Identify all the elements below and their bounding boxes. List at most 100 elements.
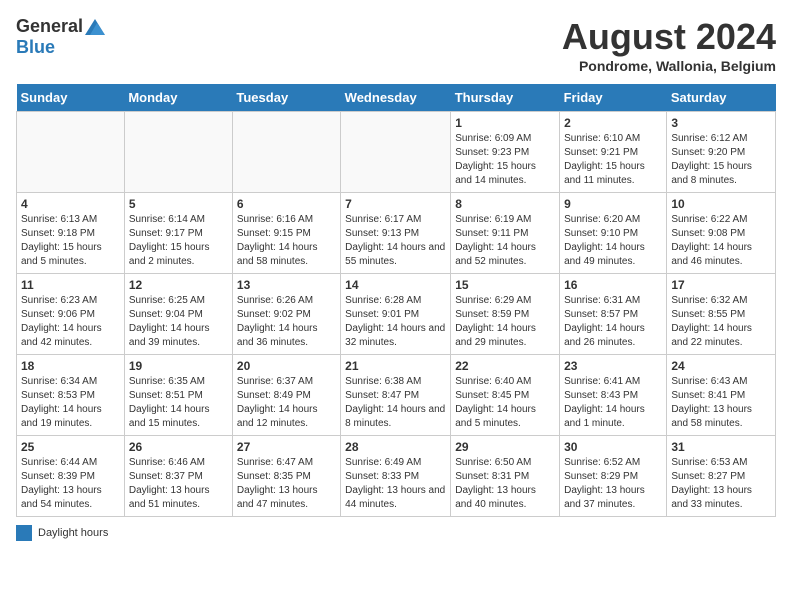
calendar-cell: 16Sunrise: 6:31 AM Sunset: 8:57 PM Dayli… <box>560 274 667 355</box>
day-number: 23 <box>564 359 662 373</box>
calendar-week-row: 18 Sunrise: 6:34 AM Sunset: 8:53 PM Dayli… <box>17 355 776 436</box>
logo-general-text: General <box>16 16 83 37</box>
calendar-header-sunday: Sunday <box>17 84 125 112</box>
calendar-cell: 3 Sunrise: 6:12 AM Sunset: 9:20 PM Daylig… <box>667 112 776 193</box>
day-info: Sunrise: 6:40 AM Sunset: 8:45 PM Dayligh… <box>455 375 555 431</box>
calendar-cell: 15 Sunrise: 6:29 AM Sunset: 8:59 PM Dayli… <box>451 274 560 355</box>
logo: General Blue <box>16 16 107 58</box>
day-info: Sunrise: 6:12 AM Sunset: 9:20 PM Dayligh… <box>671 132 771 188</box>
calendar-header-wednesday: Wednesday <box>341 84 451 112</box>
day-number: 5 <box>129 197 228 211</box>
day-info: Sunrise: 6:22 AM Sunset: 9:08 PM Dayligh… <box>671 213 771 269</box>
calendar-cell <box>17 112 125 193</box>
calendar-week-row: 1Sunrise: 6:09 AM Sunset: 9:23 PM Daylig… <box>17 112 776 193</box>
calendar-cell <box>232 112 340 193</box>
day-number: 13 <box>237 278 336 292</box>
day-number: 4 <box>21 197 120 211</box>
calendar-cell: 27 Sunrise: 6:47 AM Sunset: 8:35 PM Dayli… <box>232 436 340 517</box>
day-info: Sunrise: 6:10 AM Sunset: 9:21 PM Dayligh… <box>564 132 662 188</box>
page-header: General Blue August 2024 Pondrome, Wallo… <box>16 16 776 74</box>
day-info: Sunrise: 6:26 AM Sunset: 9:02 PM Dayligh… <box>237 294 336 350</box>
day-info: Sunrise: 6:32 AM Sunset: 8:55 PM Dayligh… <box>671 294 771 350</box>
day-number: 7 <box>345 197 446 211</box>
calendar-week-row: 11 Sunrise: 6:23 AM Sunset: 9:06 PM Dayli… <box>17 274 776 355</box>
calendar-cell <box>124 112 232 193</box>
day-info: Sunrise: 6:14 AM Sunset: 9:17 PM Dayligh… <box>129 213 228 269</box>
day-number: 9 <box>564 197 662 211</box>
calendar-cell: 4Sunrise: 6:13 AM Sunset: 9:18 PM Daylig… <box>17 193 125 274</box>
day-number: 21 <box>345 359 446 373</box>
day-info: Sunrise: 6:35 AM Sunset: 8:51 PM Dayligh… <box>129 375 228 431</box>
calendar-cell: 30Sunrise: 6:52 AM Sunset: 8:29 PM Dayli… <box>560 436 667 517</box>
day-number: 17 <box>671 278 771 292</box>
day-number: 26 <box>129 440 228 454</box>
day-number: 8 <box>455 197 555 211</box>
day-number: 27 <box>237 440 336 454</box>
day-number: 31 <box>671 440 771 454</box>
day-number: 12 <box>129 278 228 292</box>
legend-label: Daylight hours <box>38 527 108 539</box>
calendar-cell: 1Sunrise: 6:09 AM Sunset: 9:23 PM Daylig… <box>451 112 560 193</box>
footer-legend: Daylight hours <box>16 525 776 541</box>
calendar-cell <box>341 112 451 193</box>
day-info: Sunrise: 6:19 AM Sunset: 9:11 PM Dayligh… <box>455 213 555 269</box>
calendar-header-friday: Friday <box>560 84 667 112</box>
calendar-week-row: 4Sunrise: 6:13 AM Sunset: 9:18 PM Daylig… <box>17 193 776 274</box>
day-info: Sunrise: 6:17 AM Sunset: 9:13 PM Dayligh… <box>345 213 446 269</box>
day-info: Sunrise: 6:52 AM Sunset: 8:29 PM Dayligh… <box>564 456 662 512</box>
day-number: 3 <box>671 116 771 130</box>
day-info: Sunrise: 6:53 AM Sunset: 8:27 PM Dayligh… <box>671 456 771 512</box>
day-info: Sunrise: 6:20 AM Sunset: 9:10 PM Dayligh… <box>564 213 662 269</box>
day-info: Sunrise: 6:46 AM Sunset: 8:37 PM Dayligh… <box>129 456 228 512</box>
logo-blue-text: Blue <box>16 37 55 58</box>
calendar-header-thursday: Thursday <box>451 84 560 112</box>
calendar-cell: 11 Sunrise: 6:23 AM Sunset: 9:06 PM Dayli… <box>17 274 125 355</box>
day-number: 1 <box>455 116 555 130</box>
day-number: 20 <box>237 359 336 373</box>
day-number: 14 <box>345 278 446 292</box>
calendar-cell: 20 Sunrise: 6:37 AM Sunset: 8:49 PM Dayli… <box>232 355 340 436</box>
legend-color-box <box>16 525 32 541</box>
calendar-cell: 21Sunrise: 6:38 AM Sunset: 8:47 PM Dayli… <box>341 355 451 436</box>
calendar-cell: 24 Sunrise: 6:43 AM Sunset: 8:41 PM Dayli… <box>667 355 776 436</box>
calendar-cell: 9 Sunrise: 6:20 AM Sunset: 9:10 PM Daylig… <box>560 193 667 274</box>
calendar-cell: 13 Sunrise: 6:26 AM Sunset: 9:02 PM Dayli… <box>232 274 340 355</box>
day-info: Sunrise: 6:23 AM Sunset: 9:06 PM Dayligh… <box>21 294 120 350</box>
day-number: 18 <box>21 359 120 373</box>
month-title: August 2024 <box>562 16 776 58</box>
day-number: 6 <box>237 197 336 211</box>
day-number: 2 <box>564 116 662 130</box>
day-info: Sunrise: 6:28 AM Sunset: 9:01 PM Dayligh… <box>345 294 446 350</box>
day-info: Sunrise: 6:43 AM Sunset: 8:41 PM Dayligh… <box>671 375 771 431</box>
calendar-cell: 28Sunrise: 6:49 AM Sunset: 8:33 PM Dayli… <box>341 436 451 517</box>
calendar-cell: 7 Sunrise: 6:17 AM Sunset: 9:13 PM Daylig… <box>341 193 451 274</box>
day-number: 28 <box>345 440 446 454</box>
day-info: Sunrise: 6:29 AM Sunset: 8:59 PM Dayligh… <box>455 294 555 350</box>
calendar-cell: 22 Sunrise: 6:40 AM Sunset: 8:45 PM Dayli… <box>451 355 560 436</box>
calendar-cell: 10 Sunrise: 6:22 AM Sunset: 9:08 PM Dayli… <box>667 193 776 274</box>
day-info: Sunrise: 6:41 AM Sunset: 8:43 PM Dayligh… <box>564 375 662 431</box>
location-text: Pondrome, Wallonia, Belgium <box>562 58 776 74</box>
day-number: 15 <box>455 278 555 292</box>
day-info: Sunrise: 6:16 AM Sunset: 9:15 PM Dayligh… <box>237 213 336 269</box>
calendar-cell: 18 Sunrise: 6:34 AM Sunset: 8:53 PM Dayli… <box>17 355 125 436</box>
calendar-week-row: 25Sunrise: 6:44 AM Sunset: 8:39 PM Dayli… <box>17 436 776 517</box>
calendar-header-tuesday: Tuesday <box>232 84 340 112</box>
calendar-cell: 12Sunrise: 6:25 AM Sunset: 9:04 PM Dayli… <box>124 274 232 355</box>
calendar-cell: 5 Sunrise: 6:14 AM Sunset: 9:17 PM Daylig… <box>124 193 232 274</box>
day-info: Sunrise: 6:37 AM Sunset: 8:49 PM Dayligh… <box>237 375 336 431</box>
day-number: 22 <box>455 359 555 373</box>
day-info: Sunrise: 6:47 AM Sunset: 8:35 PM Dayligh… <box>237 456 336 512</box>
calendar-cell: 31 Sunrise: 6:53 AM Sunset: 8:27 PM Dayli… <box>667 436 776 517</box>
day-number: 24 <box>671 359 771 373</box>
day-number: 11 <box>21 278 120 292</box>
calendar-header-row: SundayMondayTuesdayWednesdayThursdayFrid… <box>17 84 776 112</box>
calendar-cell: 2 Sunrise: 6:10 AM Sunset: 9:21 PM Daylig… <box>560 112 667 193</box>
day-info: Sunrise: 6:34 AM Sunset: 8:53 PM Dayligh… <box>21 375 120 431</box>
calendar-cell: 8 Sunrise: 6:19 AM Sunset: 9:11 PM Daylig… <box>451 193 560 274</box>
day-number: 10 <box>671 197 771 211</box>
calendar-header-saturday: Saturday <box>667 84 776 112</box>
title-section: August 2024 Pondrome, Wallonia, Belgium <box>562 16 776 74</box>
calendar-cell: 26 Sunrise: 6:46 AM Sunset: 8:37 PM Dayli… <box>124 436 232 517</box>
day-info: Sunrise: 6:50 AM Sunset: 8:31 PM Dayligh… <box>455 456 555 512</box>
